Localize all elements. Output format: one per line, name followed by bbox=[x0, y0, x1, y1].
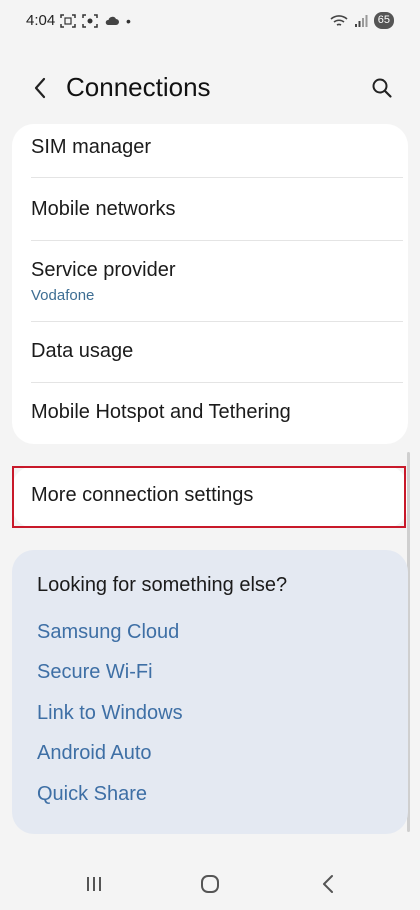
back-nav-button[interactable] bbox=[312, 868, 344, 900]
link-quick-share[interactable]: Quick Share bbox=[37, 783, 147, 806]
back-nav-icon bbox=[323, 875, 333, 893]
status-notification-icons: • bbox=[60, 13, 131, 29]
search-icon bbox=[372, 78, 392, 98]
suggestions-card: Looking for something else? Samsung Clou… bbox=[12, 550, 408, 834]
list-item-label: Mobile networks bbox=[31, 198, 176, 220]
link-link-to-windows[interactable]: Link to Windows bbox=[37, 702, 183, 725]
list-item-data-usage[interactable]: Data usage bbox=[12, 322, 408, 382]
list-item-label: Data usage bbox=[31, 340, 134, 362]
list-item-service-provider[interactable]: Service provider Vodafone bbox=[12, 241, 408, 321]
notification-dot: • bbox=[126, 13, 131, 29]
link-android-auto[interactable]: Android Auto bbox=[37, 742, 152, 765]
suggestions-title: Looking for something else? bbox=[37, 574, 288, 596]
page-title: Connections bbox=[66, 72, 211, 102]
back-arrow-icon bbox=[34, 77, 46, 99]
connections-list-card: SIM manager Mobile networks Service prov… bbox=[12, 124, 408, 444]
recent-apps-button[interactable] bbox=[78, 868, 110, 900]
navigation-bar bbox=[0, 856, 420, 910]
list-item-label: SIM manager bbox=[31, 136, 152, 158]
status-bar: 4:04 • 65 bbox=[0, 0, 420, 44]
home-icon bbox=[201, 875, 219, 893]
signal-icon bbox=[354, 14, 368, 27]
app-header: Connections bbox=[0, 60, 420, 116]
list-item-label: Service provider bbox=[31, 259, 176, 281]
status-system-icons: 65 bbox=[330, 12, 394, 29]
search-button[interactable] bbox=[368, 74, 396, 102]
screenshot-icon bbox=[60, 14, 76, 28]
list-item-hotspot-tethering[interactable]: Mobile Hotspot and Tethering bbox=[12, 383, 408, 444]
back-button[interactable] bbox=[26, 74, 54, 102]
highlight-box bbox=[12, 466, 406, 528]
list-item-label: Mobile Hotspot and Tethering bbox=[31, 401, 291, 423]
cloud-icon bbox=[105, 16, 119, 25]
list-item-mobile-networks[interactable]: Mobile networks bbox=[12, 178, 408, 240]
link-secure-wifi[interactable]: Secure Wi-Fi bbox=[37, 661, 153, 684]
link-samsung-cloud[interactable]: Samsung Cloud bbox=[37, 621, 179, 644]
list-item-sublabel: Vodafone bbox=[31, 287, 95, 304]
battery-level: 65 bbox=[373, 12, 394, 29]
screen-capture-icon bbox=[82, 14, 98, 28]
list-item-sim-manager[interactable]: SIM manager bbox=[12, 124, 408, 178]
recent-apps-icon bbox=[87, 877, 101, 891]
status-time: 4:04 bbox=[26, 12, 56, 29]
home-button[interactable] bbox=[194, 868, 226, 900]
wifi-icon bbox=[330, 14, 348, 26]
